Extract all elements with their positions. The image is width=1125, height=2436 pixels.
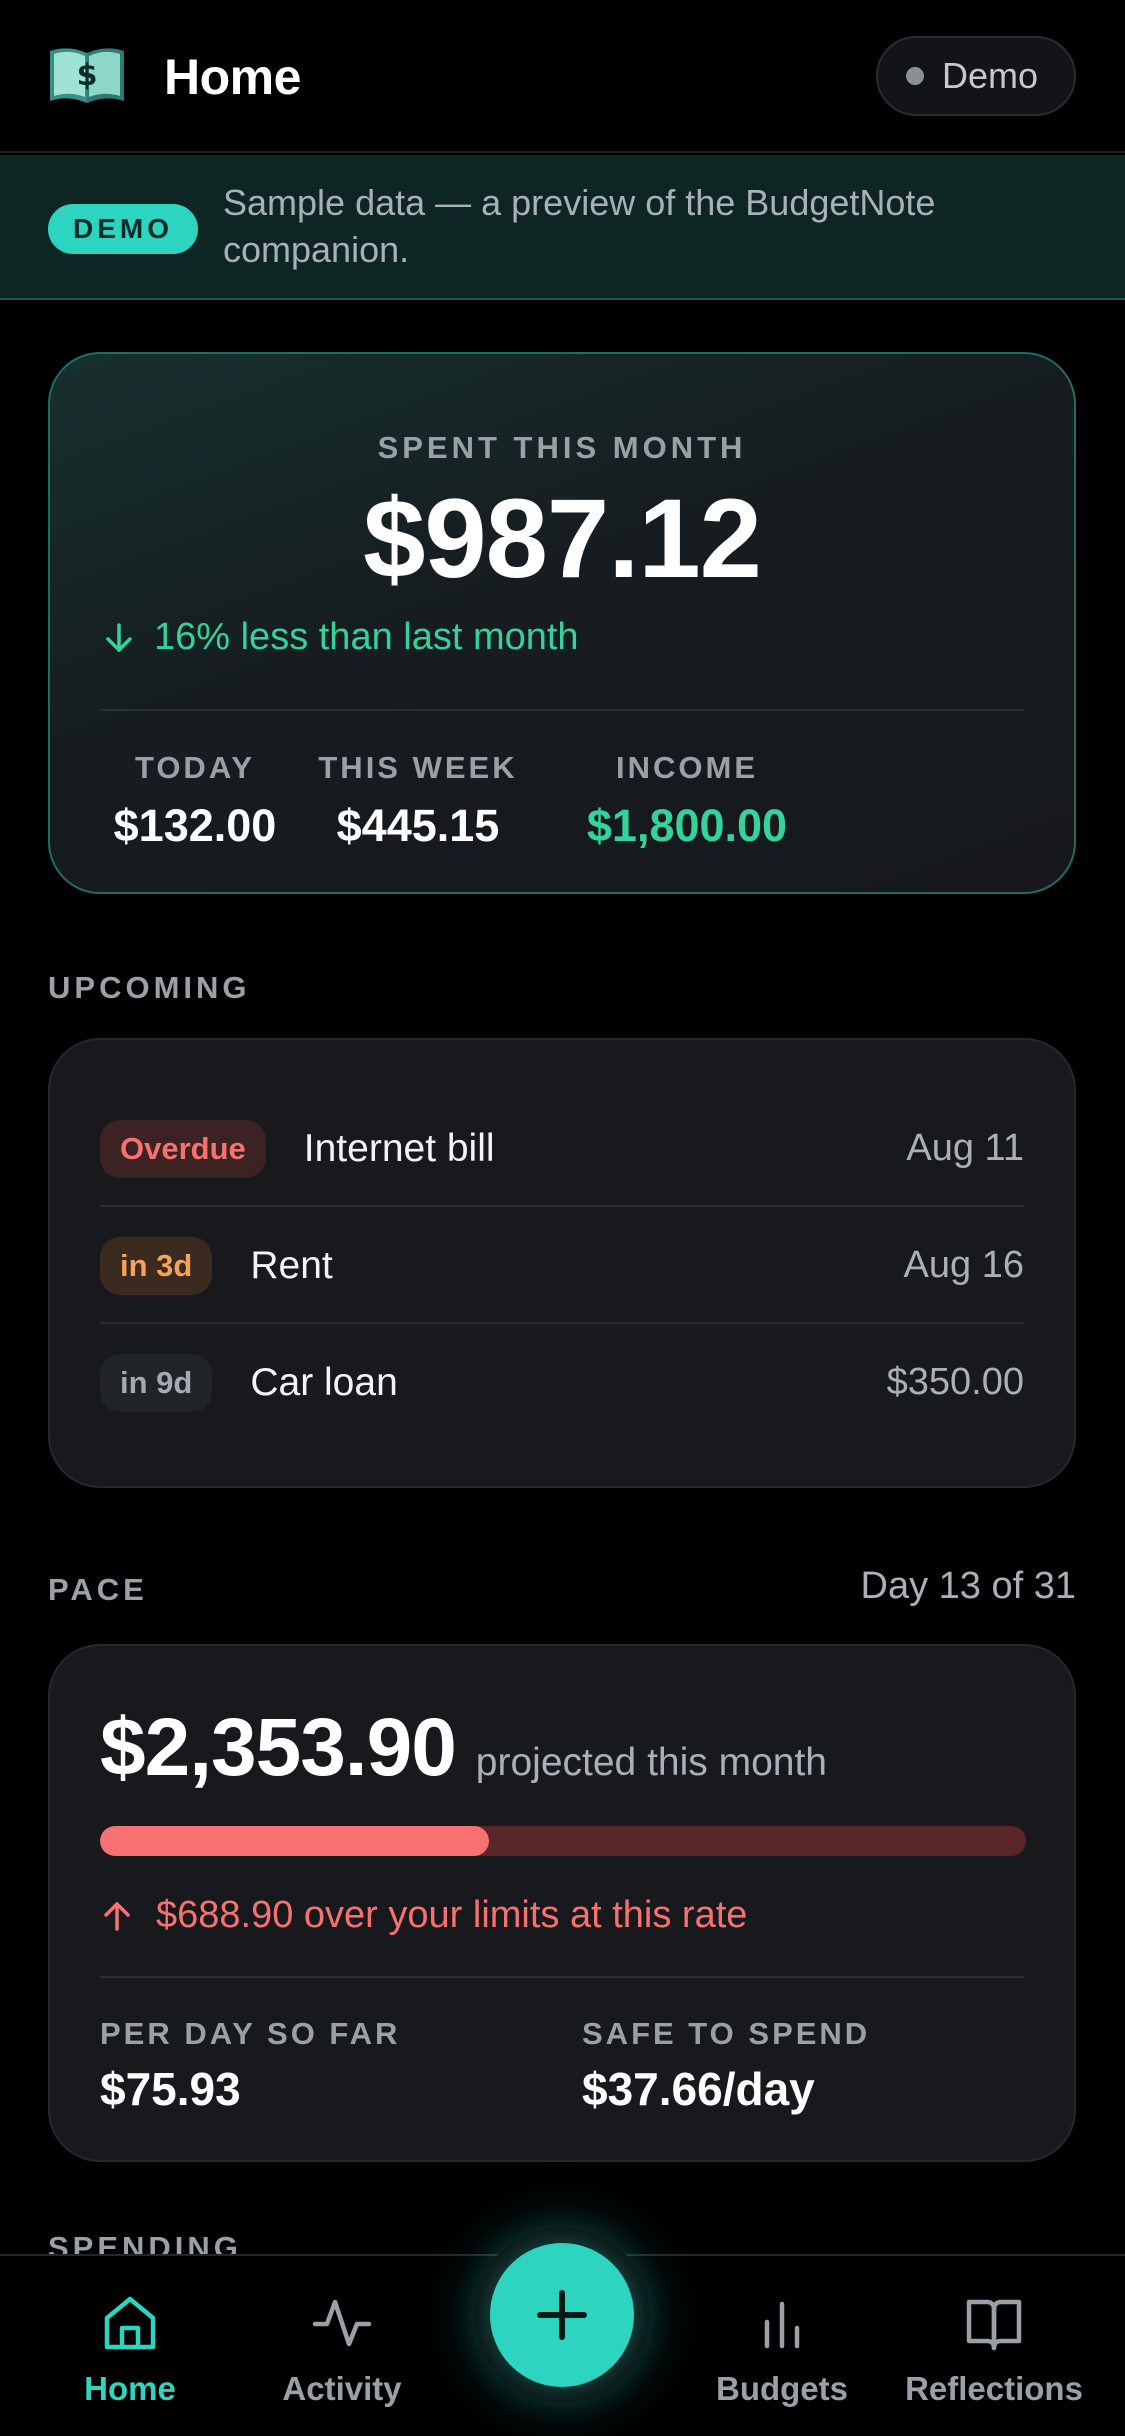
projection: $2,353.90 projected this month [100, 1701, 827, 1795]
home-icon [104, 2296, 156, 2350]
plus-icon [537, 2290, 587, 2340]
bill-date: Aug 16 [903, 1244, 1024, 1286]
pace-progress-bar [100, 1826, 1026, 1856]
bar-chart-icon [764, 2301, 800, 2349]
stat-label: TODAY [134, 750, 256, 785]
arrow-up-icon [104, 1901, 130, 1931]
add-transaction-button[interactable] [490, 2243, 634, 2387]
tab-reflections[interactable]: Reflections [884, 2290, 1104, 2408]
stat-today: TODAY $132.00 [100, 750, 290, 852]
activity-icon [312, 2299, 372, 2347]
bill-name: Internet bill [303, 1126, 495, 1170]
projected-amount: $2,353.90 [100, 1702, 457, 1793]
stat-value: $132.00 [113, 800, 277, 851]
tab-budgets[interactable]: Budgets [672, 2290, 892, 2408]
section-label-upcoming: UPCOMING [48, 970, 251, 1005]
projected-caption: projected this month [475, 1741, 827, 1784]
status-badge: in 9d [100, 1353, 213, 1412]
pace-card[interactable]: $2,353.90 projected this month $688.90 o… [48, 1644, 1076, 2162]
demo-badge: DEMO [48, 204, 198, 254]
list-item[interactable]: in 9d Car loan $350.00 [100, 1324, 1024, 1441]
status-badge: in 3d [100, 1236, 213, 1295]
demo-banner: DEMO Sample data — a preview of the Budg… [0, 155, 1125, 300]
stat-label: PER DAY SO FAR [100, 2016, 401, 2051]
spent-label: SPENT THIS MONTH [377, 430, 747, 465]
stat-label: THIS WEEK [318, 750, 518, 785]
stat-value: $445.15 [336, 800, 500, 851]
stat-income: INCOME $1,800.00 [572, 750, 802, 852]
stat-value: $75.93 [100, 2063, 241, 2115]
app-header: $ Home Demo [0, 0, 1125, 153]
bill-name: Car loan [250, 1360, 398, 1404]
status-dot-icon [906, 67, 924, 85]
list-item[interactable]: Overdue Internet bill Aug 11 [100, 1090, 1024, 1207]
bill-date: Aug 11 [906, 1127, 1024, 1169]
page-title: Home [164, 49, 301, 105]
spend-delta: 16% less than last month [102, 616, 579, 659]
demo-banner-text: Sample data — a preview of the BudgetNot… [223, 182, 936, 270]
bill-amount: $350.00 [886, 1361, 1024, 1403]
status-badge: Overdue [100, 1119, 266, 1178]
tab-label: Budgets [716, 2370, 848, 2407]
tab-label: Activity [282, 2370, 402, 2407]
tab-activity[interactable]: Activity [232, 2290, 452, 2408]
safe-to-spend-stat: SAFE TO SPEND $37.66/day [582, 2016, 870, 2116]
stat-label: INCOME [616, 750, 758, 785]
tab-label: Home [84, 2370, 176, 2407]
over-limit-text: $688.90 over your limits at this rate [156, 1894, 748, 1936]
stat-this-week: THIS WEEK $445.15 [318, 750, 518, 852]
stat-label: SAFE TO SPEND [582, 2016, 871, 2051]
book-open-icon [966, 2299, 1022, 2351]
bill-name: Rent [250, 1243, 333, 1287]
tab-label: Reflections [905, 2370, 1083, 2407]
demo-label: Demo [942, 55, 1039, 96]
demo-mode-button[interactable]: Demo [876, 36, 1076, 116]
stat-value: $1,800.00 [586, 800, 788, 851]
stat-value: $37.66/day [582, 2063, 815, 2115]
per-day-stat: PER DAY SO FAR $75.93 [100, 2016, 400, 2116]
budget-book-logo-icon: $ [50, 48, 124, 103]
spent-summary-card[interactable]: SPENT THIS MONTH $987.12 16% less than l… [48, 352, 1076, 894]
tab-home[interactable]: Home [20, 2290, 240, 2408]
pace-progress-fill [100, 1826, 489, 1856]
over-limit-warning: $688.90 over your limits at this rate [100, 1894, 747, 1937]
section-label-pace: PACE [48, 1572, 148, 1607]
list-item[interactable]: in 3d Rent Aug 16 [100, 1207, 1024, 1324]
divider [100, 709, 1024, 711]
upcoming-card: Overdue Internet bill Aug 11 in 3d Rent … [48, 1038, 1076, 1488]
arrow-down-icon [106, 622, 132, 652]
day-counter: Day 13 of 31 [860, 1565, 1076, 1607]
spend-delta-text: 16% less than last month [154, 616, 579, 658]
divider [100, 1976, 1024, 1978]
spent-amount: $987.12 [363, 476, 762, 601]
svg-text:$: $ [77, 58, 98, 93]
